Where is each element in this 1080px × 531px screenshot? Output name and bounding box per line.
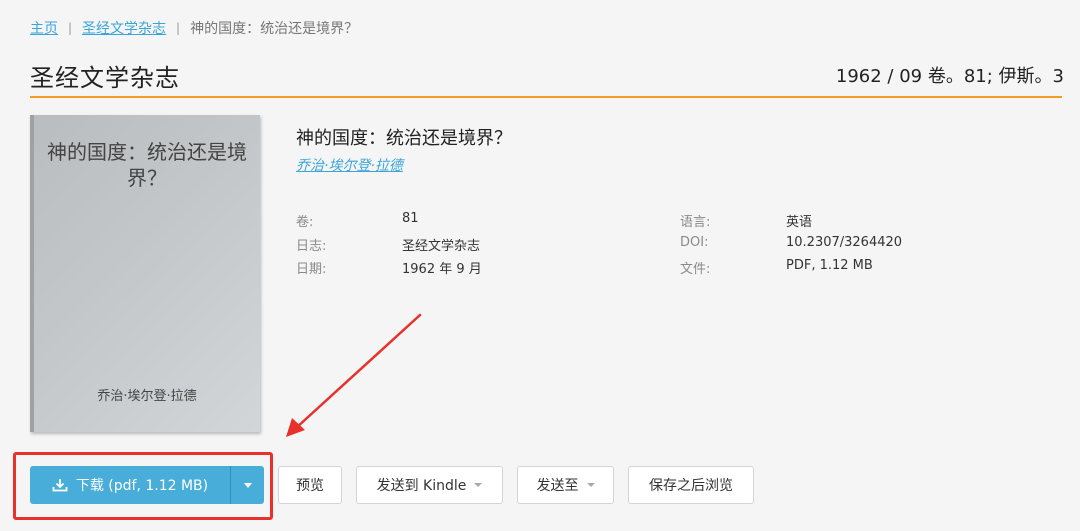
save-later-button[interactable]: 保存之后浏览	[628, 466, 754, 504]
download-dropdown-toggle[interactable]	[230, 466, 264, 504]
download-button[interactable]: 下载 (pdf, 1.12 MB)	[30, 466, 264, 504]
save-later-label: 保存之后浏览	[649, 478, 733, 494]
send-to-button[interactable]: 发送至	[517, 466, 614, 504]
preview-label: 预览	[296, 478, 324, 494]
send-kindle-label: 发送到 Kindle	[376, 478, 467, 494]
preview-button[interactable]: 预览	[278, 466, 342, 504]
send-kindle-button[interactable]: 发送到 Kindle	[356, 466, 503, 504]
chevron-down-icon	[243, 482, 252, 488]
send-to-label: 发送至	[536, 478, 579, 494]
chevron-down-icon	[586, 483, 595, 487]
download-icon	[52, 479, 68, 492]
download-main[interactable]: 下载 (pdf, 1.12 MB)	[30, 466, 230, 504]
download-label: 下载 (pdf, 1.12 MB)	[75, 478, 209, 494]
chevron-down-icon	[474, 483, 483, 487]
